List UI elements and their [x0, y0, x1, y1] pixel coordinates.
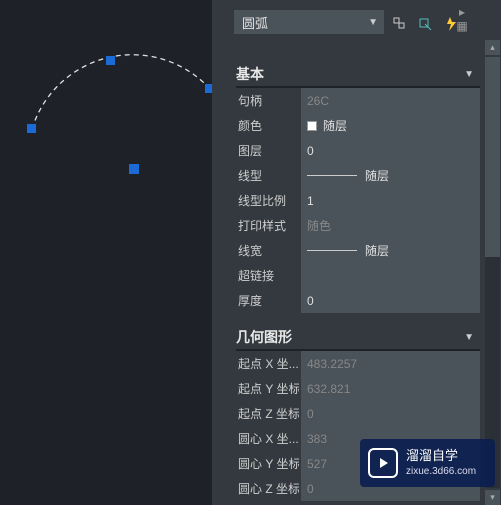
section-title: 基本 — [236, 64, 264, 84]
prop-label: 线型比例 — [236, 188, 299, 213]
toggle-pick-icon[interactable] — [390, 14, 410, 34]
prop-value[interactable]: 483.2257 — [301, 351, 480, 376]
prop-label: 圆心 Y 坐标 — [236, 451, 299, 476]
prop-label: 图层 — [236, 138, 299, 163]
panel-options-icon[interactable]: ▦ — [456, 20, 467, 32]
grip-end[interactable] — [205, 84, 214, 93]
prop-label: 圆心 Z 坐标 — [236, 476, 299, 501]
scroll-down-icon[interactable]: ▾ — [485, 490, 500, 505]
grip-center[interactable] — [129, 164, 139, 174]
prop-label: 线宽 — [236, 238, 299, 263]
prop-row-handle: 句柄 26C — [236, 88, 480, 113]
prop-row-linetype[interactable]: 线型 随层 — [236, 163, 480, 188]
prop-row-thickness[interactable]: 厚度 0 — [236, 288, 480, 313]
line-swatch-icon — [307, 175, 357, 176]
prop-label: 起点 Z 坐标 — [236, 401, 299, 426]
section-geom-header[interactable]: 几何图形 ▼ — [236, 325, 480, 351]
prop-value[interactable]: 0 — [301, 288, 480, 313]
prop-value[interactable] — [301, 263, 480, 288]
prop-row-start-y[interactable]: 起点 Y 坐标 632.821 — [236, 376, 480, 401]
watermark-url: zixue.3d66.com — [406, 465, 476, 478]
scroll-up-icon[interactable]: ▴ — [485, 40, 500, 55]
prop-row-hyperlink[interactable]: 超链接 — [236, 263, 480, 288]
grip-start[interactable] — [27, 124, 36, 133]
prop-label: 句柄 — [236, 88, 299, 113]
prop-value[interactable]: 随层 — [301, 238, 480, 263]
prop-row-color[interactable]: 颜色 随层 — [236, 113, 480, 138]
grip-mid[interactable] — [106, 56, 115, 65]
collapse-icon: ▼ — [464, 332, 474, 343]
prop-value[interactable]: 随层 — [301, 113, 480, 138]
quick-select-icon[interactable] — [416, 14, 436, 34]
prop-row-start-z[interactable]: 起点 Z 坐标 0 — [236, 401, 480, 426]
arc-shape — [0, 0, 224, 200]
collapse-icon: ▼ — [464, 69, 474, 80]
object-type-selector[interactable]: 圆弧 ▼ — [234, 10, 384, 34]
prop-label: 起点 X 坐... — [236, 351, 299, 376]
selector-label: 圆弧 — [242, 13, 268, 32]
prop-label: 线型 — [236, 163, 299, 188]
chevron-down-icon: ▼ — [368, 17, 378, 28]
scroll-track[interactable] — [485, 57, 500, 488]
prop-value[interactable]: 随层 — [301, 163, 480, 188]
prop-value[interactable]: 0 — [301, 138, 480, 163]
prop-row-start-x[interactable]: 起点 X 坐... 483.2257 — [236, 351, 480, 376]
prop-value[interactable]: 1 — [301, 188, 480, 213]
prop-value: 随色 — [301, 213, 480, 238]
watermark-brand: 溜溜自学 — [406, 448, 476, 465]
scroll-thumb[interactable] — [485, 57, 500, 257]
panel-menu-icon[interactable]: ▸ — [459, 6, 465, 18]
prop-label: 厚度 — [236, 288, 299, 313]
prop-row-ltscale[interactable]: 线型比例 1 — [236, 188, 480, 213]
line-swatch-icon — [307, 250, 357, 251]
prop-row-lineweight[interactable]: 线宽 随层 — [236, 238, 480, 263]
prop-label: 起点 Y 坐标 — [236, 376, 299, 401]
section-basic-header[interactable]: 基本 ▼ — [236, 62, 480, 88]
prop-label: 颜色 — [236, 113, 299, 138]
section-title: 几何图形 — [236, 327, 292, 347]
prop-value: 26C — [301, 88, 480, 113]
scrollbar[interactable]: ▴ ▾ — [484, 36, 501, 505]
drawing-canvas[interactable] — [0, 0, 224, 505]
properties-panel: ▸ ▦ 圆弧 ▼ 基本 ▼ — [224, 0, 501, 505]
prop-label: 超链接 — [236, 263, 299, 288]
prop-row-layer[interactable]: 图层 0 — [236, 138, 480, 163]
prop-label: 圆心 X 坐... — [236, 426, 299, 451]
color-swatch-icon — [307, 121, 317, 131]
play-icon — [368, 448, 398, 478]
prop-row-plotstyle[interactable]: 打印样式 随色 — [236, 213, 480, 238]
prop-value[interactable]: 632.821 — [301, 376, 480, 401]
watermark: 溜溜自学 zixue.3d66.com — [360, 439, 495, 487]
prop-label: 打印样式 — [236, 213, 299, 238]
prop-value[interactable]: 0 — [301, 401, 480, 426]
